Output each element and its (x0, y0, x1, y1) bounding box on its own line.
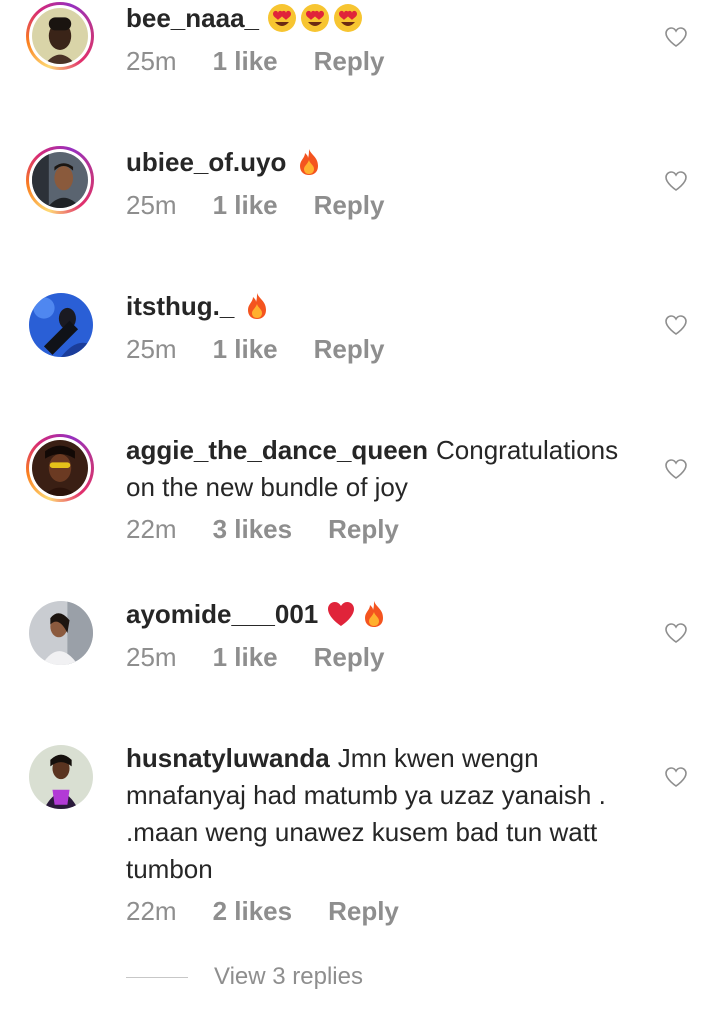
avatar[interactable] (29, 601, 93, 665)
red-heart-emoji-icon (326, 599, 356, 629)
comment-likes[interactable]: 3 likes (213, 514, 293, 545)
like-heart-icon[interactable] (664, 457, 688, 481)
comment-likes[interactable]: 1 like (213, 190, 278, 221)
divider-line (126, 976, 188, 978)
comment-username[interactable]: bee_naaa_ (126, 3, 259, 33)
reply-button[interactable]: Reply (328, 896, 399, 927)
like-heart-icon[interactable] (664, 313, 688, 337)
comment-meta: 22m 3 likes Reply (126, 514, 399, 545)
comment-likes[interactable]: 1 like (213, 642, 278, 673)
reply-button[interactable]: Reply (314, 190, 385, 221)
like-heart-icon[interactable] (664, 169, 688, 193)
comment-time: 25m (126, 334, 177, 364)
comment-time: 25m (126, 642, 177, 672)
reply-button[interactable]: Reply (314, 46, 385, 77)
like-heart-icon[interactable] (664, 765, 688, 789)
comment-username[interactable]: aggie_the_dance_queen (126, 435, 428, 465)
view-replies-label: View 3 replies (214, 963, 363, 990)
comment-meta: 22m 2 likes Reply (126, 896, 399, 927)
comment-time: 22m (126, 896, 177, 926)
like-heart-icon[interactable] (664, 25, 688, 49)
reply-button[interactable]: Reply (314, 642, 385, 673)
comment-likes[interactable]: 2 likes (213, 896, 293, 927)
comment-meta: 25m 1 like Reply (126, 334, 384, 365)
comment-username[interactable]: itsthug._ (126, 291, 234, 321)
reply-button[interactable]: Reply (328, 514, 399, 545)
comment-time: 22m (126, 514, 177, 544)
comment-username[interactable]: ubiee_of.uyo (126, 147, 286, 177)
heart-eyes-emoji-icon (267, 3, 297, 33)
comment-meta: 25m 1 like Reply (126, 46, 384, 77)
heart-eyes-emoji-icon (300, 3, 330, 33)
avatar[interactable] (26, 434, 94, 502)
avatar[interactable] (29, 293, 93, 357)
fire-emoji-icon (242, 291, 272, 321)
comment-time: 25m (126, 46, 177, 76)
fire-emoji-icon (359, 599, 389, 629)
comment-username[interactable]: ayomide___001 (126, 599, 318, 629)
comment-likes[interactable]: 1 like (213, 334, 278, 365)
reply-button[interactable]: Reply (314, 334, 385, 365)
comment-meta: 25m 1 like Reply (126, 190, 384, 221)
like-heart-icon[interactable] (664, 621, 688, 645)
avatar[interactable] (29, 745, 93, 809)
comment-time: 25m (126, 190, 177, 220)
comment-meta: 25m 1 like Reply (126, 642, 384, 673)
heart-eyes-emoji-icon (333, 3, 363, 33)
avatar[interactable] (26, 2, 94, 70)
comment-likes[interactable]: 1 like (213, 46, 278, 77)
view-replies-button[interactable]: View 3 replies (126, 960, 363, 994)
fire-emoji-icon (294, 147, 324, 177)
comment-username[interactable]: husnatyluwanda (126, 743, 330, 773)
avatar[interactable] (26, 146, 94, 214)
